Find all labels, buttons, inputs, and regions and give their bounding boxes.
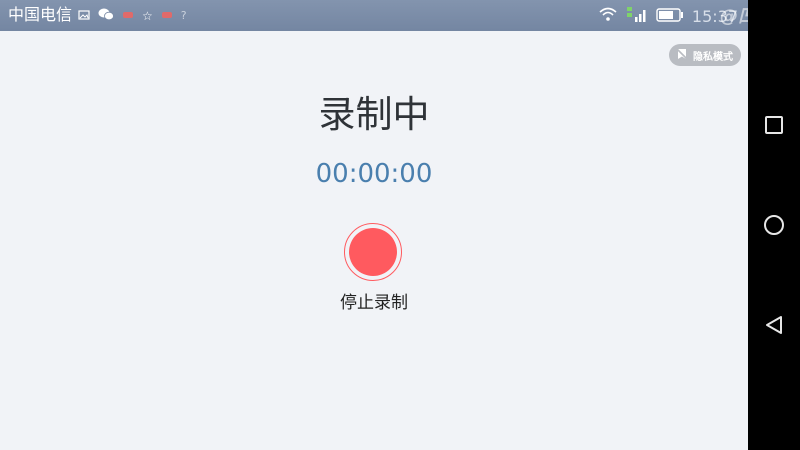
- home-button[interactable]: [748, 205, 800, 245]
- square-icon: [765, 116, 783, 134]
- privacy-mask-icon: [675, 47, 689, 64]
- notification-icon: [122, 9, 134, 23]
- wechat-icon: [98, 8, 114, 24]
- record-indicator-icon: [349, 228, 397, 276]
- stop-recording-button[interactable]: [344, 223, 402, 281]
- privacy-mode-label: 隐私模式: [693, 51, 733, 63]
- help-icon: ?: [180, 9, 187, 22]
- back-button[interactable]: [748, 305, 800, 345]
- recording-status-title: 录制中: [318, 93, 430, 136]
- recent-apps-button[interactable]: [748, 105, 800, 145]
- privacy-mode-toggle[interactable]: 隐私模式: [669, 44, 741, 66]
- watermark-text: @凹凸手: [720, 6, 748, 27]
- image-icon: [78, 9, 90, 24]
- system-icons: 15:37: [598, 5, 738, 27]
- battery-icon: [656, 7, 684, 26]
- signal-icon: [626, 5, 648, 27]
- carrier-label: 中国电信: [8, 5, 73, 24]
- notification-icons: ☆ ?: [78, 7, 187, 25]
- wifi-icon: [598, 6, 618, 26]
- notification-icon: [161, 9, 173, 23]
- circle-icon: [764, 215, 784, 235]
- navigation-bar: [748, 0, 800, 450]
- star-icon: ☆: [142, 9, 153, 23]
- status-bar: 中国电信 ☆ ? 15:37 @: [0, 0, 748, 31]
- recording-timer: 00:00:00: [315, 159, 433, 189]
- stop-recording-label[interactable]: 停止录制: [0, 292, 748, 314]
- app-screen: 中国电信 ☆ ? 15:37 @ 隐私模式 录制中 00:00:00 停止录制: [0, 0, 748, 450]
- triangle-back-icon: [766, 316, 782, 334]
